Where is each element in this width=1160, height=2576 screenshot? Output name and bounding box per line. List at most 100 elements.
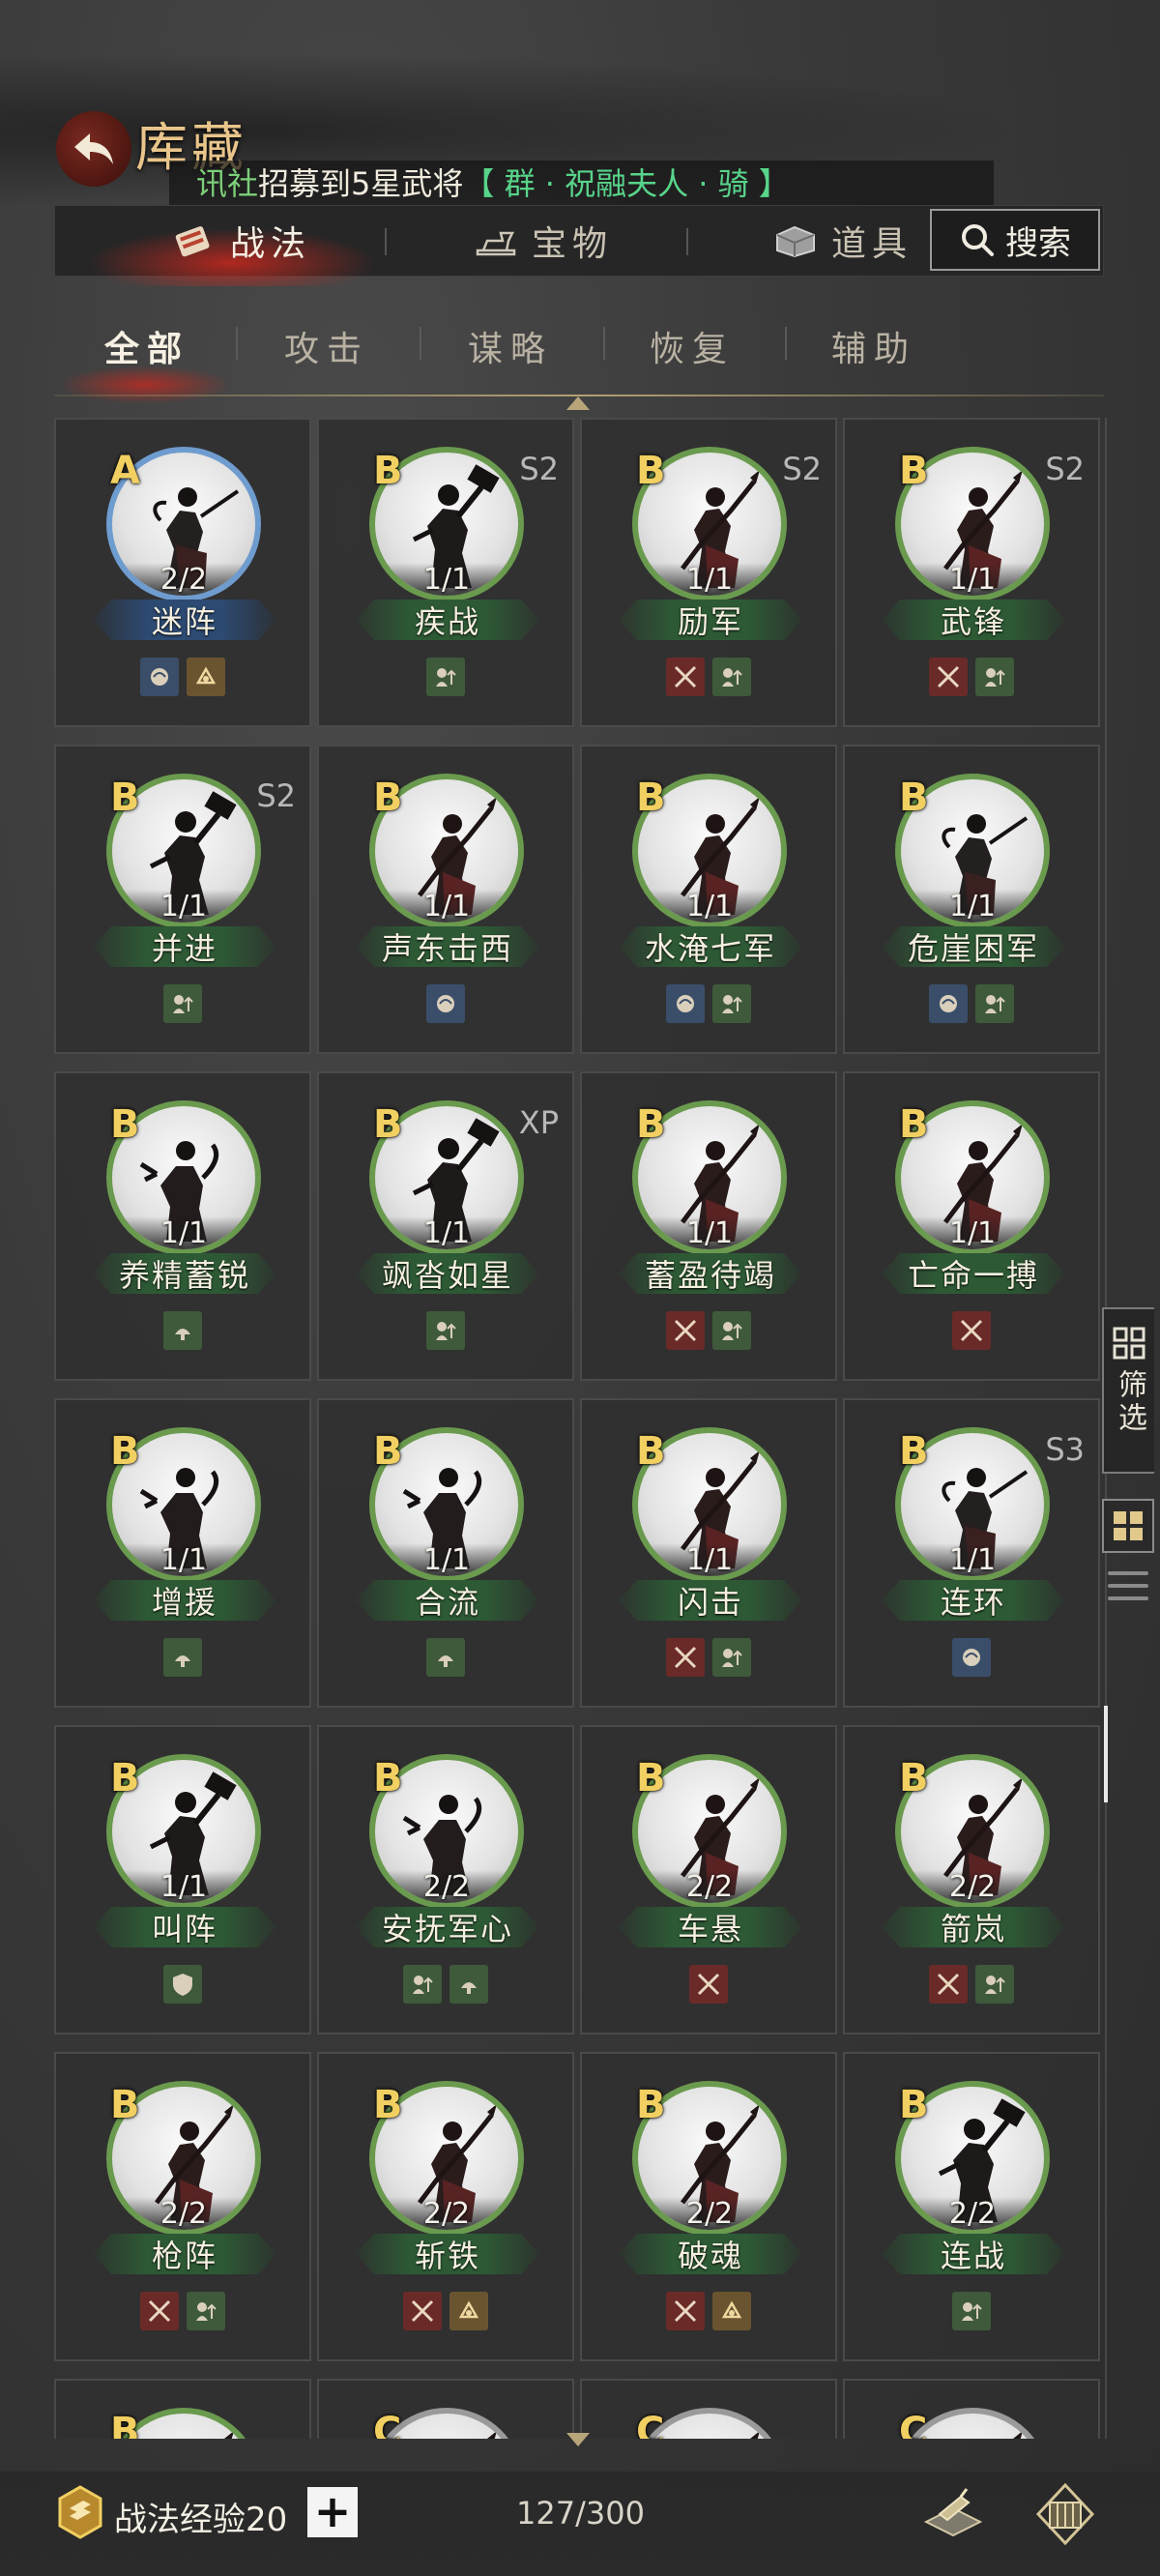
tactic-count: 2/2 bbox=[422, 2197, 471, 2231]
tag-spd-icon bbox=[450, 2292, 488, 2330]
subtab-separator bbox=[785, 327, 787, 360]
tag-int-icon bbox=[140, 658, 179, 696]
tactic-tags bbox=[56, 1965, 309, 2004]
tactic-card[interactable]: B 2/2 安抚军心 bbox=[317, 1725, 574, 2034]
add-exp-button[interactable]: + bbox=[307, 2487, 358, 2537]
tactic-tags bbox=[56, 2292, 309, 2330]
tactic-card[interactable]: C bbox=[843, 2379, 1100, 2439]
tag-heal-icon bbox=[450, 1965, 488, 2004]
tactic-card[interactable]: C bbox=[317, 2379, 574, 2439]
tactic-grade: B bbox=[636, 1429, 666, 1474]
tactic-count: 1/1 bbox=[160, 1870, 208, 1904]
subtab-all[interactable]: 全部 bbox=[104, 321, 189, 371]
scroll-rack-icon[interactable] bbox=[1030, 2479, 1100, 2549]
tactic-card[interactable]: C bbox=[580, 2379, 837, 2439]
tactic-card[interactable]: B 1/1 增援 bbox=[54, 1398, 311, 1708]
tag-aux-icon bbox=[712, 658, 751, 696]
tactic-card[interactable]: B 2/2 枪阵 bbox=[54, 2052, 311, 2361]
tactic-count: 1/1 bbox=[948, 890, 997, 923]
tactic-tags bbox=[319, 658, 572, 696]
tactic-card[interactable]: B S2 1/1 疾战 bbox=[317, 418, 574, 727]
filter-button[interactable]: 筛选 bbox=[1102, 1307, 1154, 1474]
tag-aux-icon bbox=[712, 984, 751, 1023]
ticker-message: 招募到5星武将 bbox=[258, 165, 464, 202]
tactic-card[interactable]: B S2 1/1 并进 bbox=[54, 745, 311, 1054]
subtab-attack[interactable]: 攻击 bbox=[284, 321, 369, 371]
tactic-card[interactable]: B 1/1 亡命一搏 bbox=[843, 1071, 1100, 1381]
tactic-card[interactable]: B 2/2 车悬 bbox=[580, 1725, 837, 2034]
tactic-grade: B bbox=[110, 2083, 140, 2127]
subtab-strategy[interactable]: 谋略 bbox=[468, 321, 553, 371]
tactic-grade: C bbox=[373, 2410, 402, 2439]
tactic-count: 2/2 bbox=[685, 1870, 734, 1904]
tactic-card[interactable]: B 1/1 叫阵 bbox=[54, 1725, 311, 2034]
tactic-card[interactable]: B 1/1 危崖困军 bbox=[843, 745, 1100, 1054]
tactic-grade: B bbox=[899, 449, 929, 493]
tactic-card[interactable]: B S2 1/1 励军 bbox=[580, 418, 837, 727]
tactic-tags bbox=[319, 984, 572, 1023]
tag-atk-icon bbox=[952, 1311, 991, 1350]
grid-view-icon bbox=[1114, 1511, 1143, 1540]
tab-tactics[interactable]: 战法 bbox=[172, 205, 311, 277]
tactic-card[interactable]: B 1/1 闪击 bbox=[580, 1398, 837, 1708]
tactic-name: 增援 bbox=[93, 1580, 276, 1621]
search-label: 搜索 bbox=[1005, 223, 1071, 263]
tag-aux-icon bbox=[163, 984, 202, 1023]
tag-heal-icon bbox=[426, 1638, 465, 1677]
tactic-card[interactable]: B 1/1 养精蓄锐 bbox=[54, 1071, 311, 1381]
tactic-card[interactable]: B S3 1/1 连环 bbox=[843, 1398, 1100, 1708]
tactic-card[interactable]: B 1/1 水淹七军 bbox=[580, 745, 837, 1054]
tactic-grade: B bbox=[899, 1429, 929, 1474]
tactic-tags bbox=[56, 984, 309, 1023]
tactic-name: 养精蓄锐 bbox=[93, 1253, 276, 1294]
tactic-card[interactable]: A 2/2 迷阵 bbox=[54, 418, 311, 727]
tactic-card[interactable]: B bbox=[54, 2379, 311, 2439]
tactic-grade: B bbox=[373, 1429, 403, 1474]
tactic-grade: B bbox=[899, 1102, 929, 1147]
tactic-card[interactable]: B S2 1/1 武锋 bbox=[843, 418, 1100, 727]
book-tool-icon[interactable] bbox=[918, 2479, 988, 2549]
tactic-grade: A bbox=[110, 449, 140, 493]
list-line bbox=[1108, 1596, 1148, 1601]
tactic-grade: C bbox=[899, 2410, 928, 2439]
back-button[interactable] bbox=[56, 111, 131, 187]
tactic-tags bbox=[56, 1311, 309, 1350]
search-button[interactable]: 搜索 bbox=[930, 209, 1100, 271]
tactic-tags bbox=[582, 1311, 835, 1350]
subtab-separator bbox=[236, 327, 238, 360]
tactic-name: 声东击西 bbox=[356, 926, 539, 967]
subtab-recovery[interactable]: 恢复 bbox=[650, 321, 735, 371]
subtab-support[interactable]: 辅助 bbox=[831, 321, 916, 371]
tactic-grade: B bbox=[110, 776, 140, 820]
tactic-card[interactable]: B 2/2 破魂 bbox=[580, 2052, 837, 2361]
tag-aux-icon bbox=[403, 1965, 442, 2004]
tactic-count: 1/1 bbox=[422, 1216, 471, 1250]
tactic-card[interactable]: B 2/2 箭岚 bbox=[843, 1725, 1100, 2034]
tactic-count: 2/2 bbox=[160, 2197, 208, 2231]
tactic-card[interactable]: B XP 1/1 飒沓如星 bbox=[317, 1071, 574, 1381]
tactic-name: 叫阵 bbox=[93, 1907, 276, 1947]
tactic-card[interactable]: B 1/1 蓄盈待竭 bbox=[580, 1071, 837, 1381]
tag-aux-icon bbox=[187, 2292, 225, 2330]
tab-separator bbox=[686, 228, 688, 255]
tactic-name: 飒沓如星 bbox=[356, 1253, 539, 1294]
list-view-button[interactable] bbox=[1108, 1566, 1148, 1605]
tactic-card[interactable]: B 2/2 连战 bbox=[843, 2052, 1100, 2361]
tactic-name: 迷阵 bbox=[93, 600, 276, 640]
tactic-grade: B bbox=[636, 1102, 666, 1147]
tag-atk-icon bbox=[929, 1965, 968, 2004]
back-arrow-icon bbox=[74, 133, 113, 164]
tactic-card[interactable]: B 2/2 斩铁 bbox=[317, 2052, 574, 2361]
tab-items[interactable]: 道具 bbox=[773, 205, 918, 277]
tactic-count: 1/1 bbox=[160, 1216, 208, 1250]
tactic-card[interactable]: B 1/1 声东击西 bbox=[317, 745, 574, 1054]
scrollbar-thumb[interactable] bbox=[1104, 1706, 1108, 1802]
tactic-count: 1/1 bbox=[685, 563, 734, 597]
tactic-grade: B bbox=[110, 1429, 140, 1474]
tactic-card[interactable]: B 1/1 合流 bbox=[317, 1398, 574, 1708]
tag-int-icon bbox=[426, 984, 465, 1023]
season-tag: S2 bbox=[1045, 451, 1085, 487]
grid-view-button[interactable] bbox=[1102, 1499, 1154, 1553]
tactic-tags bbox=[56, 658, 309, 696]
tab-treasures[interactable]: 宝物 bbox=[474, 205, 613, 277]
